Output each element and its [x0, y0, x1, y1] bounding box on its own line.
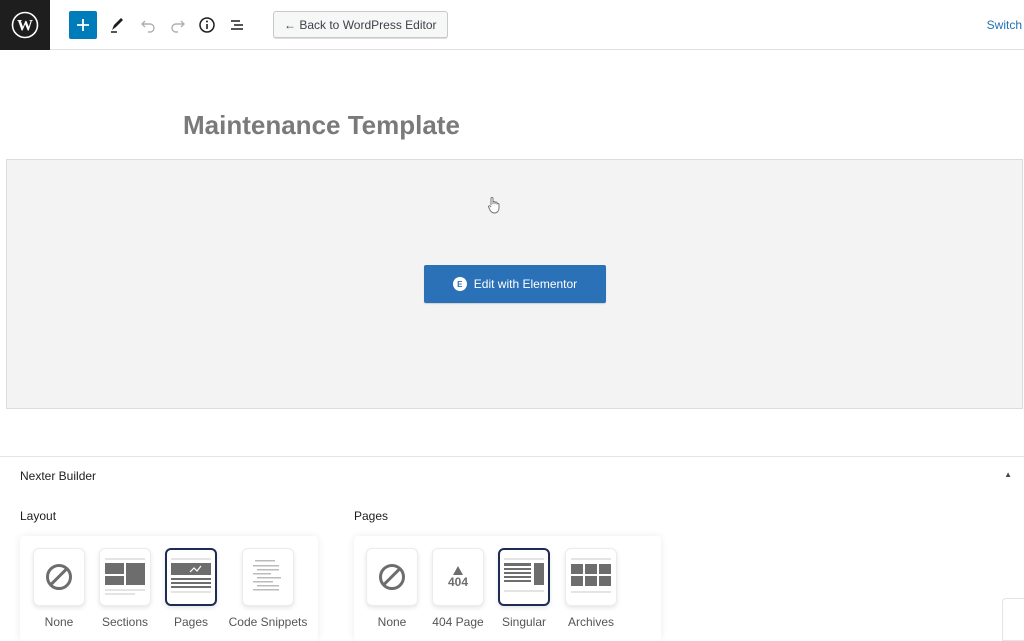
- list-view-icon: [231, 20, 243, 30]
- layout-option-none[interactable]: [33, 548, 85, 606]
- code-snippets-icon: [253, 560, 281, 591]
- layout-option-pages[interactable]: [165, 548, 217, 606]
- redo-button[interactable]: [164, 11, 192, 39]
- pages-options: None 404 404 Page Singular Archives: [354, 536, 661, 641]
- pages-option-none[interactable]: [366, 548, 418, 606]
- svg-text:W: W: [17, 18, 33, 35]
- layout-options: None Sections Pages Code Snippets: [20, 536, 318, 641]
- editor-toolbar: W ← Back to WordPress Editor Switch: [0, 0, 1024, 50]
- pencil-icon: [111, 18, 123, 33]
- collapse-arrow-icon[interactable]: ▲: [1004, 470, 1012, 479]
- singular-layout-icon: [504, 558, 544, 592]
- pages-option-singular[interactable]: [498, 548, 550, 606]
- nexter-builder-title[interactable]: Nexter Builder: [20, 469, 96, 483]
- pages-group-label: Pages: [354, 509, 389, 523]
- details-button[interactable]: [193, 11, 221, 39]
- info-icon: [199, 17, 215, 33]
- ban-icon: [379, 564, 405, 590]
- back-to-wordpress-editor-button[interactable]: ← Back to WordPress Editor: [273, 11, 448, 38]
- layout-option-sections[interactable]: [99, 548, 151, 606]
- layout-option-code-snippets-label: Code Snippets: [228, 615, 308, 629]
- layout-group-label: Layout: [20, 509, 57, 523]
- warning-triangle-icon: [453, 565, 463, 575]
- wordpress-logo-icon[interactable]: W: [0, 0, 50, 50]
- undo-button[interactable]: [134, 11, 162, 39]
- edit-with-elementor-label: Edit with Elementor: [473, 277, 578, 291]
- switch-link[interactable]: Switch: [987, 18, 1022, 32]
- divider: [0, 456, 1024, 457]
- list-view-button[interactable]: [223, 11, 251, 39]
- scroll-edge: [1002, 598, 1024, 641]
- sections-layout-icon: [105, 558, 145, 595]
- pages-option-archives-label: Archives: [567, 615, 614, 629]
- hand-cursor-icon: [488, 197, 500, 214]
- pages-layout-icon: [171, 558, 211, 593]
- error-404-text: 404: [447, 574, 469, 589]
- undo-icon: [141, 20, 155, 33]
- plus-icon: [77, 19, 89, 31]
- page-title[interactable]: Maintenance Template: [183, 110, 460, 141]
- pages-option-404-page[interactable]: 404: [432, 548, 484, 606]
- edit-with-elementor-button[interactable]: E Edit with Elementor: [424, 265, 606, 303]
- pages-option-archives[interactable]: [565, 548, 617, 606]
- archives-grid-icon: [571, 558, 611, 593]
- redo-icon: [171, 20, 185, 33]
- elementor-logo-icon: E: [452, 277, 467, 291]
- error-404-icon: 404: [447, 565, 469, 589]
- layout-option-code-snippets[interactable]: [242, 548, 294, 606]
- edit-tools-button[interactable]: [103, 11, 131, 39]
- ban-icon: [46, 564, 72, 590]
- add-block-button[interactable]: [69, 11, 97, 39]
